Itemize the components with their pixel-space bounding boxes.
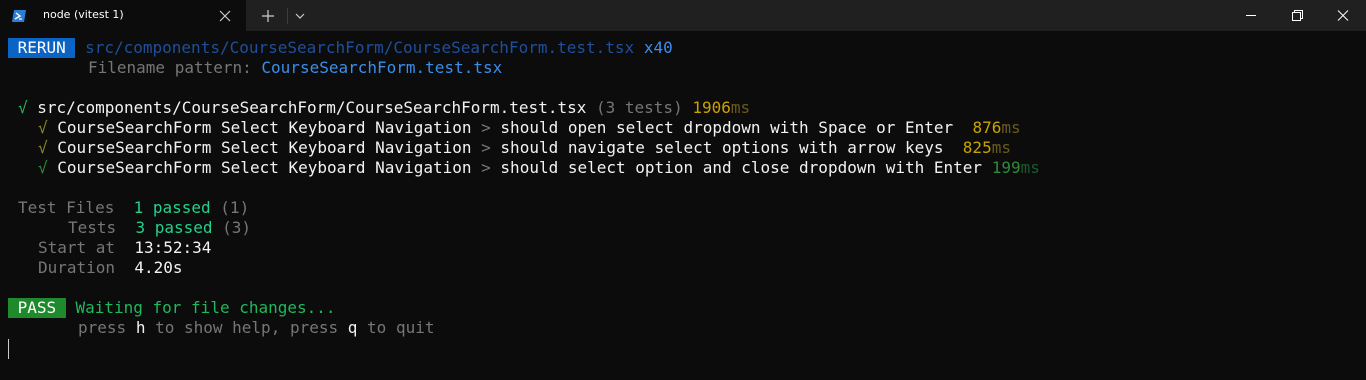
test-unit: ms [991, 138, 1011, 157]
filter-label: Filename pattern: [88, 58, 252, 77]
help-text: press [78, 318, 127, 337]
rerun-line: RERUN src/components/CourseSearchForm/Co… [8, 38, 673, 58]
test-unit: ms [1020, 158, 1040, 177]
window-close-icon[interactable] [1320, 0, 1366, 31]
test-time: 199 [991, 158, 1021, 177]
text-cursor [8, 339, 9, 359]
tab-title: node (vitest 1) [43, 8, 124, 21]
summary-value: 13:52:34 [134, 238, 212, 257]
test-prefix: CourseSearchForm Select Keyboard Navigat… [57, 158, 472, 177]
filter-line: Filename pattern: CourseSearchForm.test.… [88, 58, 502, 78]
summary-value: 4.20s [134, 258, 183, 277]
summary-label: Duration [38, 258, 116, 277]
suite-time: 1906 [692, 98, 731, 117]
powershell-icon [11, 8, 27, 24]
quit-key: q [347, 318, 358, 337]
terminal-tab[interactable]: node (vitest 1) [0, 0, 246, 31]
summary-value: 1 passed [133, 198, 211, 217]
terminal-output[interactable]: RERUN src/components/CourseSearchForm/Co… [0, 31, 1366, 380]
summary-label: Tests [68, 218, 117, 237]
test-separator: > [481, 118, 491, 137]
test-line: √ CourseSearchForm Select Keyboard Navig… [38, 158, 1040, 178]
summary-value: 3 passed [135, 218, 213, 237]
help-line: press h to show help, press q to quit [78, 318, 434, 338]
check-icon: √ [18, 98, 28, 117]
summary-label: Start at [38, 238, 116, 257]
test-separator: > [481, 138, 491, 157]
chevron-down-icon[interactable] [291, 6, 309, 26]
summary-total: (1) [220, 198, 250, 217]
suite-unit: ms [730, 98, 751, 117]
test-unit: ms [1001, 118, 1021, 137]
summary-total: (3) [222, 218, 252, 237]
test-time: 825 [962, 138, 992, 157]
watch-line: PASS Waiting for file changes... [8, 298, 336, 318]
check-icon: √ [38, 158, 48, 177]
summary-files: Test Files 1 passed (1) [18, 198, 249, 218]
help-text: to show help, press [155, 318, 339, 337]
waiting-text: Waiting for file changes... [75, 298, 336, 317]
summary-tests: Tests 3 passed (3) [68, 218, 251, 238]
rerun-badge: RERUN [8, 38, 76, 58]
test-prefix: CourseSearchForm Select Keyboard Navigat… [57, 118, 472, 137]
test-prefix: CourseSearchForm Select Keyboard Navigat… [57, 138, 472, 157]
help-key: h [135, 318, 146, 337]
maximize-icon[interactable] [1274, 0, 1320, 31]
test-name: should select option and close dropdown … [500, 158, 983, 177]
check-icon: √ [38, 118, 48, 137]
test-name: should open select dropdown with Space o… [500, 118, 954, 137]
suite-count: (3 tests) [596, 98, 683, 117]
close-icon[interactable] [215, 6, 235, 26]
check-icon: √ [38, 138, 48, 157]
rerun-count: x40 [643, 38, 673, 57]
help-text: to quit [367, 318, 435, 337]
rerun-path: src/components/CourseSearchForm/CourseSe… [85, 38, 635, 57]
pass-badge: PASS [8, 298, 66, 318]
suite-path: src/components/CourseSearchForm/CourseSe… [37, 98, 587, 117]
summary-duration: Duration 4.20s [38, 258, 183, 278]
title-bar: node (vitest 1) [0, 0, 1366, 31]
plus-icon[interactable] [257, 5, 279, 27]
test-line: √ CourseSearchForm Select Keyboard Navig… [38, 138, 1011, 158]
summary-label: Test Files [18, 198, 115, 217]
test-line: √ CourseSearchForm Select Keyboard Navig… [38, 118, 1021, 138]
minimize-icon[interactable] [1228, 0, 1274, 31]
test-time: 876 [972, 118, 1002, 137]
tab-divider [287, 8, 288, 24]
test-separator: > [481, 158, 491, 177]
filter-value: CourseSearchForm.test.tsx [261, 58, 503, 77]
test-name: should navigate select options with arro… [500, 138, 944, 157]
summary-start: Start at 13:52:34 [38, 238, 211, 258]
suite-line: √ src/components/CourseSearchForm/Course… [18, 98, 750, 118]
